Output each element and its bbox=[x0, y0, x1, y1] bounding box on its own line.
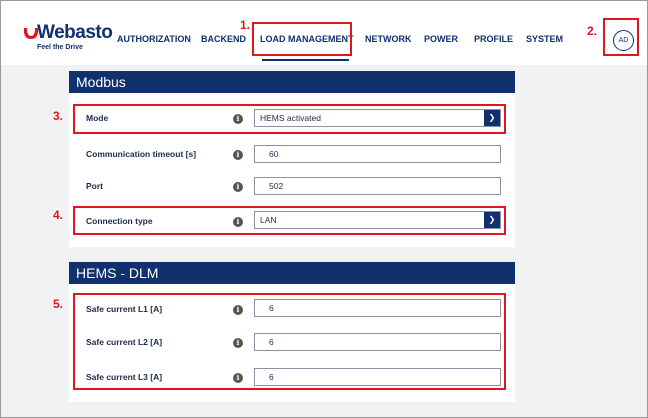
nav-authorization[interactable]: AUTHORIZATION bbox=[117, 34, 191, 44]
webasto-logo[interactable]: Webasto Feel the Drive bbox=[23, 22, 113, 55]
annotation-label-2: 2. bbox=[587, 24, 598, 38]
active-tab-indicator bbox=[262, 59, 349, 61]
timeout-input[interactable]: 60 bbox=[254, 145, 501, 163]
brand-name: Webasto bbox=[37, 22, 113, 43]
hems-dlm-title: HEMS - DLM bbox=[69, 262, 515, 284]
brand-tagline: Feel the Drive bbox=[37, 44, 83, 51]
nav-system[interactable]: SYSTEM bbox=[526, 34, 563, 44]
modbus-title: Modbus bbox=[69, 71, 515, 93]
nav-network[interactable]: NETWORK bbox=[365, 34, 412, 44]
annotation-label-4: 4. bbox=[53, 208, 64, 222]
annotation-label-1: 1. bbox=[240, 18, 251, 32]
nav-backend[interactable]: BACKEND bbox=[201, 34, 246, 44]
annotation-label-3: 3. bbox=[53, 109, 64, 123]
info-icon[interactable]: i bbox=[233, 150, 243, 160]
annotation-box-connection-type bbox=[73, 206, 506, 235]
annotation-box-safe-currents bbox=[73, 293, 506, 390]
nav-power[interactable]: POWER bbox=[424, 34, 458, 44]
nav-profile[interactable]: PROFILE bbox=[474, 34, 513, 44]
info-icon[interactable]: i bbox=[233, 182, 243, 192]
port-label: Port bbox=[86, 181, 103, 191]
annotation-label-5: 5. bbox=[53, 297, 64, 311]
port-input[interactable]: 502 bbox=[254, 177, 501, 195]
timeout-label: Communication timeout [s] bbox=[86, 149, 197, 159]
annotation-box-mode bbox=[73, 104, 506, 134]
annotation-box-load-management bbox=[252, 22, 352, 56]
annotation-box-avatar bbox=[603, 18, 639, 56]
